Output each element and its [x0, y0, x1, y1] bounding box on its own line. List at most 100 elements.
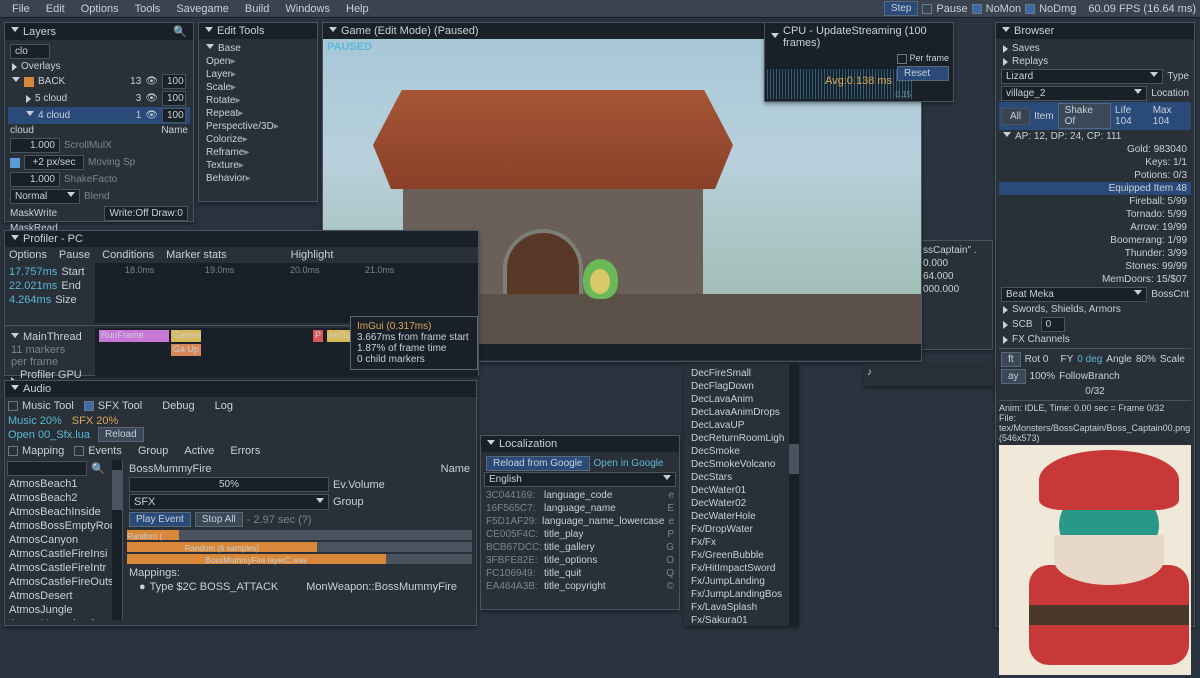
- val2[interactable]: 1.000: [10, 172, 60, 187]
- progress-bar[interactable]: BossMummyFire layerC.wav: [127, 554, 472, 564]
- dec-item[interactable]: DecLavaAnimDrops: [687, 406, 796, 419]
- tool-behavior[interactable]: Behavior▸: [202, 172, 314, 185]
- audio-item[interactable]: AtmosBeach2: [5, 491, 122, 505]
- errors-label[interactable]: Errors: [230, 445, 260, 457]
- tool-layer[interactable]: Layer▸: [202, 68, 314, 81]
- scrollbar[interactable]: [112, 460, 122, 620]
- expand-icon[interactable]: [1003, 58, 1008, 66]
- active-label[interactable]: Active: [184, 445, 214, 457]
- dec-item[interactable]: DecWater02: [687, 497, 796, 510]
- item-tab[interactable]: Item: [1034, 111, 1053, 122]
- eye-icon[interactable]: 👁: [145, 110, 158, 121]
- audio-item[interactable]: AtmosBossEmptyRoom: [5, 519, 122, 533]
- dec-item[interactable]: DecStars: [687, 471, 796, 484]
- menu-options[interactable]: Options: [73, 3, 127, 15]
- tool-scale[interactable]: Scale▸: [202, 81, 314, 94]
- collapse-icon[interactable]: [1002, 27, 1010, 36]
- dec-item[interactable]: DecFlagDown: [687, 380, 796, 393]
- group-label[interactable]: Group: [138, 445, 169, 457]
- base-label[interactable]: Base: [218, 43, 241, 54]
- mapping-check[interactable]: [8, 446, 18, 456]
- collapse-icon[interactable]: [487, 440, 495, 449]
- reload-google-button[interactable]: Reload from Google: [486, 456, 590, 471]
- dec-item[interactable]: DecLavaAnim: [687, 393, 796, 406]
- tool-texture[interactable]: Texture▸: [202, 159, 314, 172]
- back-layer[interactable]: BACK: [38, 76, 65, 87]
- menu-build[interactable]: Build: [237, 3, 277, 15]
- shake-btn[interactable]: Shake Of: [1058, 103, 1111, 129]
- sfxtool-check[interactable]: [84, 401, 94, 411]
- tool-open[interactable]: Open▸: [202, 55, 314, 68]
- ay-btn[interactable]: ay: [1001, 369, 1026, 384]
- menu-savegame[interactable]: Savegame: [168, 3, 237, 15]
- dec-item[interactable]: DecReturnRoomLigh: [687, 432, 796, 445]
- val1[interactable]: 1.000: [10, 138, 60, 153]
- prof-options[interactable]: Options: [9, 249, 47, 261]
- tool-colorize[interactable]: Colorize▸: [202, 133, 314, 146]
- progress-bar[interactable]: Random (: [127, 530, 472, 540]
- tool-repeat[interactable]: Repeat▸: [202, 107, 314, 120]
- expand-icon[interactable]: [1003, 132, 1011, 141]
- vol-slider[interactable]: 50%: [129, 477, 329, 492]
- menu-file[interactable]: File: [4, 3, 38, 15]
- normal-dropdown[interactable]: Normal: [10, 189, 80, 204]
- events-check[interactable]: [74, 446, 84, 456]
- mainthread[interactable]: MainThread: [23, 331, 82, 343]
- cloud5-layer[interactable]: 5 cloud: [35, 93, 67, 104]
- scb-val[interactable]: 0: [1041, 317, 1065, 332]
- dec-item[interactable]: DecLavaUP: [687, 419, 796, 432]
- fxch-item[interactable]: FX Channels: [1012, 334, 1070, 345]
- writeoff[interactable]: Write:Off Draw:0: [104, 206, 188, 221]
- open-link[interactable]: Open 00_Sfx.lua: [8, 429, 90, 441]
- scrollbar[interactable]: [789, 364, 799, 626]
- games-marker[interactable]: Games: [171, 330, 201, 342]
- log-label[interactable]: Log: [215, 400, 233, 412]
- search-icon[interactable]: 🔍: [91, 462, 105, 475]
- collapse-icon[interactable]: [11, 27, 19, 36]
- audio-item[interactable]: AtmosCastleFireOuts: [5, 575, 122, 589]
- prof-markerstats[interactable]: Marker stats: [166, 249, 227, 261]
- debug-label[interactable]: Debug: [162, 400, 194, 412]
- expand-icon[interactable]: [11, 333, 19, 342]
- location-dropdown[interactable]: village_2: [1001, 86, 1147, 101]
- menu-help[interactable]: Help: [338, 3, 377, 15]
- expand-icon[interactable]: [1003, 45, 1008, 53]
- type-dropdown[interactable]: Lizard: [1001, 69, 1163, 84]
- beatmeka-dropdown[interactable]: Beat Meka: [1001, 287, 1147, 302]
- expand-icon[interactable]: [1003, 306, 1008, 314]
- step-button[interactable]: Step: [884, 1, 919, 16]
- music-vol[interactable]: Music 20%: [8, 415, 62, 427]
- audio-item[interactable]: AtmosDesert: [5, 589, 122, 603]
- equipped[interactable]: Equipped Item 48: [999, 182, 1191, 195]
- audio-item[interactable]: AtmosCastleFireIntr: [5, 561, 122, 575]
- expand-icon[interactable]: [12, 77, 20, 86]
- dec-item[interactable]: DecSmoke: [687, 445, 796, 458]
- expand-icon[interactable]: [12, 63, 17, 71]
- dec-item[interactable]: Fx/HitImpactSword: [687, 562, 796, 575]
- dec-item[interactable]: DecSmokeVolcano: [687, 458, 796, 471]
- runframe-marker[interactable]: RunFrame: [99, 330, 169, 342]
- reload-button[interactable]: Reload: [98, 427, 144, 442]
- dec-item[interactable]: Fx/GreenBubble: [687, 549, 796, 562]
- dec-item[interactable]: Fx/JumpLandingBos: [687, 588, 796, 601]
- pct[interactable]: 80%: [1136, 354, 1156, 365]
- nodmg-checkbox[interactable]: [1025, 4, 1035, 14]
- stopall-button[interactable]: Stop All: [195, 512, 243, 527]
- sprite-preview[interactable]: [999, 445, 1191, 675]
- audio-item[interactable]: AtmosBeachInside: [5, 505, 122, 519]
- collapse-icon[interactable]: [771, 33, 779, 42]
- audio-item[interactable]: AtmosCastleFireInsi: [5, 547, 122, 561]
- menu-edit[interactable]: Edit: [38, 3, 73, 15]
- expand-icon[interactable]: [206, 44, 214, 53]
- tool-reframe[interactable]: Reframe▸: [202, 146, 314, 159]
- saves-item[interactable]: Saves: [1012, 43, 1040, 54]
- loc-row[interactable]: CE005F4C:title_playP: [484, 528, 676, 541]
- dec-item[interactable]: Fx/Fx: [687, 536, 796, 549]
- audio-item[interactable]: AtmosMouseland: [5, 617, 122, 620]
- dec-item[interactable]: Fx/Sakura01: [687, 614, 796, 626]
- opacity-val[interactable]: 100: [162, 91, 186, 106]
- audio-item[interactable]: AtmosCanyon: [5, 533, 122, 547]
- lang-dropdown[interactable]: English: [484, 472, 676, 487]
- gaup-marker[interactable]: Ga Up: [171, 344, 201, 356]
- progress-bar[interactable]: Random (6 samples): [127, 542, 472, 552]
